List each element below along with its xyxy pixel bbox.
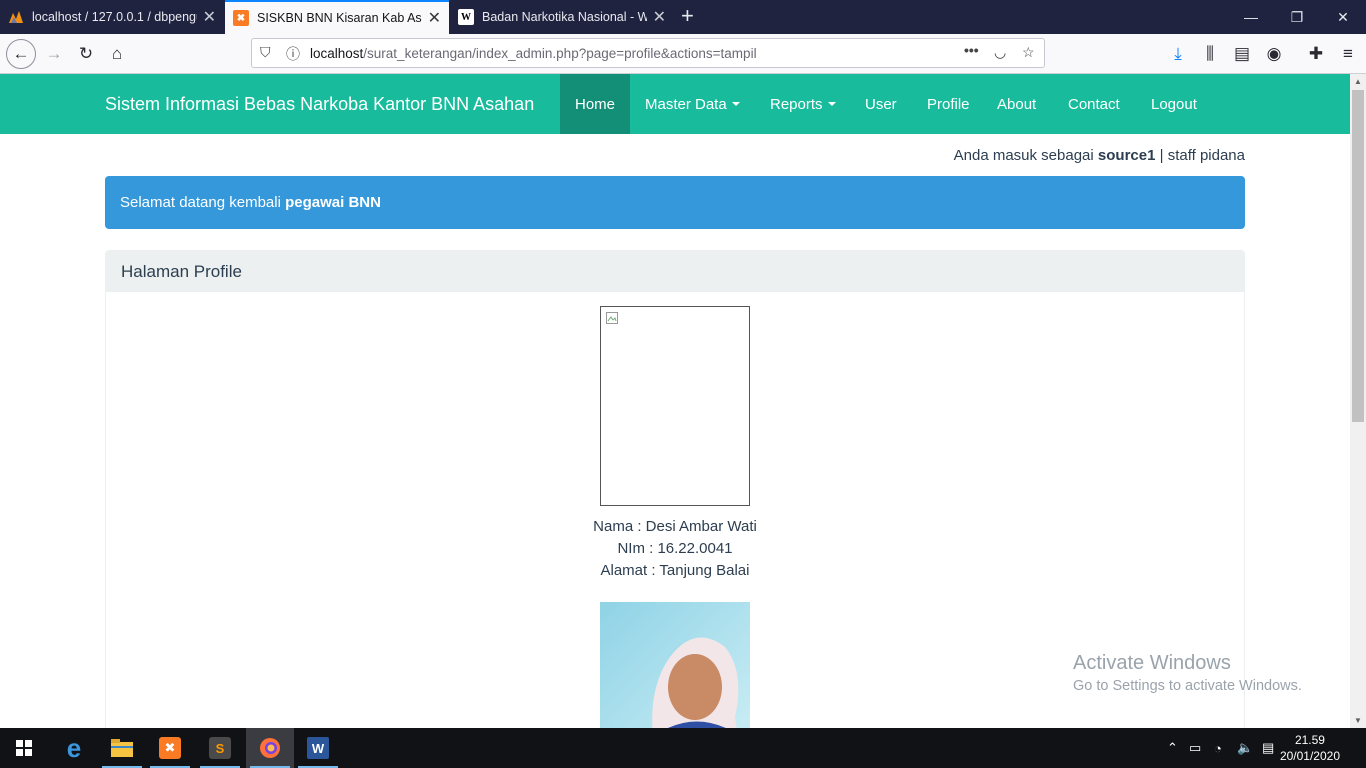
xampp-icon[interactable]: ✖ [146,728,194,768]
wikipedia-icon: W [458,9,474,25]
bookmark-star-icon[interactable]: ☆ [1022,44,1035,61]
url-text[interactable]: localhost/surat_keterangan/index_admin.p… [310,46,757,61]
scrollbar[interactable]: ▲ ▼ [1350,74,1366,728]
nav-logout[interactable]: Logout [1151,74,1197,134]
back-arrow-icon[interactable]: ← [6,39,36,69]
tray-chevron-icon[interactable]: ⌃ [1167,728,1178,768]
nav-home[interactable]: Home [560,74,630,134]
notifications-icon[interactable]: ▤ [1262,728,1274,768]
info-icon[interactable]: ⓘ [286,44,300,64]
sidebar-icon[interactable]: ▤ [1228,40,1256,68]
login-status: Anda masuk sebagai source1 | staff pidan… [953,147,1245,164]
edge-icon[interactable]: e [50,728,98,768]
tab-phpmyadmin[interactable]: localhost / 127.0.0.1 / dbpengu ✕ [0,0,224,34]
tab-title: SISKBN BNN Kisaran Kab Asaha [257,11,422,25]
download-icon[interactable]: ⤓ [1164,40,1192,68]
profile-photo [600,602,750,728]
web-page: Sistem Informasi Bebas Narkoba Kantor BN… [0,74,1350,728]
nav-user[interactable]: User [865,74,897,134]
tab-title: Badan Narkotika Nasional - Wi [482,10,647,24]
caret-down-icon [827,102,836,106]
forward-arrow-icon[interactable]: → [40,40,68,68]
profile-nama: Nama : Desi Ambar Wati [593,518,757,535]
close-tab-icon[interactable]: ✕ [203,7,216,27]
windows-activation-watermark: Activate Windows Go to Settings to activ… [1073,652,1302,694]
nav-contact[interactable]: Contact [1068,74,1120,134]
panel-title: Halaman Profile [106,251,1244,292]
caret-down-icon [731,102,740,106]
profile-photo-image [600,602,750,728]
shield-icon[interactable]: ⛉ [260,44,271,61]
profile-nim: NIm : 16.22.0041 [617,540,733,557]
nav-master-data[interactable]: Master Data [645,74,740,134]
broken-image [600,306,750,506]
more-actions-icon[interactable]: ••• [964,42,979,58]
nav-profile[interactable]: Profile [927,74,970,134]
new-tab-icon[interactable]: + [681,4,694,28]
library-icon[interactable]: ⫼ [1196,40,1224,68]
file-explorer-icon[interactable] [98,728,146,768]
profile-alamat: Alamat : Tanjung Balai [600,562,750,579]
tab-wikipedia[interactable]: W Badan Narkotika Nasional - Wi ✕ [450,0,674,34]
extensions-icon[interactable]: ✚ [1302,40,1330,68]
close-tab-icon[interactable]: ✕ [653,7,666,27]
reload-icon[interactable]: ↻ [72,40,100,68]
broken-image-icon [606,312,618,324]
address-bar[interactable]: ⛉ ⓘ localhost/surat_keterangan/index_adm… [251,38,1045,68]
volume-icon[interactable]: 🔈 [1237,728,1253,768]
windows-start-icon[interactable] [0,728,48,768]
restore-icon[interactable]: ❐ [1274,0,1320,34]
word-icon[interactable]: W [294,728,342,768]
pocket-icon[interactable]: ◡ [994,44,1006,61]
scrollbar-thumb[interactable] [1352,90,1364,422]
close-window-icon[interactable]: ✕ [1320,0,1366,34]
phpmyadmin-icon [8,9,24,25]
close-tab-icon[interactable]: ✕ [428,8,441,28]
site-brand[interactable]: Sistem Informasi Bebas Narkoba Kantor BN… [105,94,534,115]
sublime-text-icon[interactable]: S [196,728,244,768]
nav-about[interactable]: About [997,74,1036,134]
menu-icon[interactable]: ≡ [1334,40,1362,68]
scroll-up-icon[interactable]: ▲ [1354,77,1362,86]
windows-taskbar: e ✖ S W ⌃ ▭ ◔ 🔈 21.59 20/01/2020 ▤ [0,728,1366,768]
tab-title: localhost / 127.0.0.1 / dbpengu [32,10,197,24]
battery-icon[interactable]: ▭ [1189,728,1201,768]
welcome-alert: Selamat datang kembali pegawai BNN [105,176,1245,229]
nav-reports[interactable]: Reports [770,74,836,134]
xampp-icon: ✖ [233,10,249,26]
browser-tab-strip: localhost / 127.0.0.1 / dbpengu ✕ ✖ SISK… [0,0,1366,34]
account-icon[interactable]: ◉ [1260,40,1288,68]
tab-siskbn[interactable]: ✖ SISKBN BNN Kisaran Kab Asaha ✕ [225,0,449,34]
scroll-down-icon[interactable]: ▼ [1354,716,1362,725]
network-icon[interactable]: ◔ [1214,728,1222,768]
system-clock[interactable]: 21.59 20/01/2020 [1280,732,1340,764]
minimize-icon[interactable]: — [1228,0,1274,34]
browser-toolbar: ← → ↻ ⌂ ⛉ ⓘ localhost/surat_keterangan/i… [0,34,1366,74]
firefox-icon[interactable] [246,728,294,768]
home-icon[interactable]: ⌂ [103,40,131,68]
site-navbar: Sistem Informasi Bebas Narkoba Kantor BN… [0,74,1350,134]
